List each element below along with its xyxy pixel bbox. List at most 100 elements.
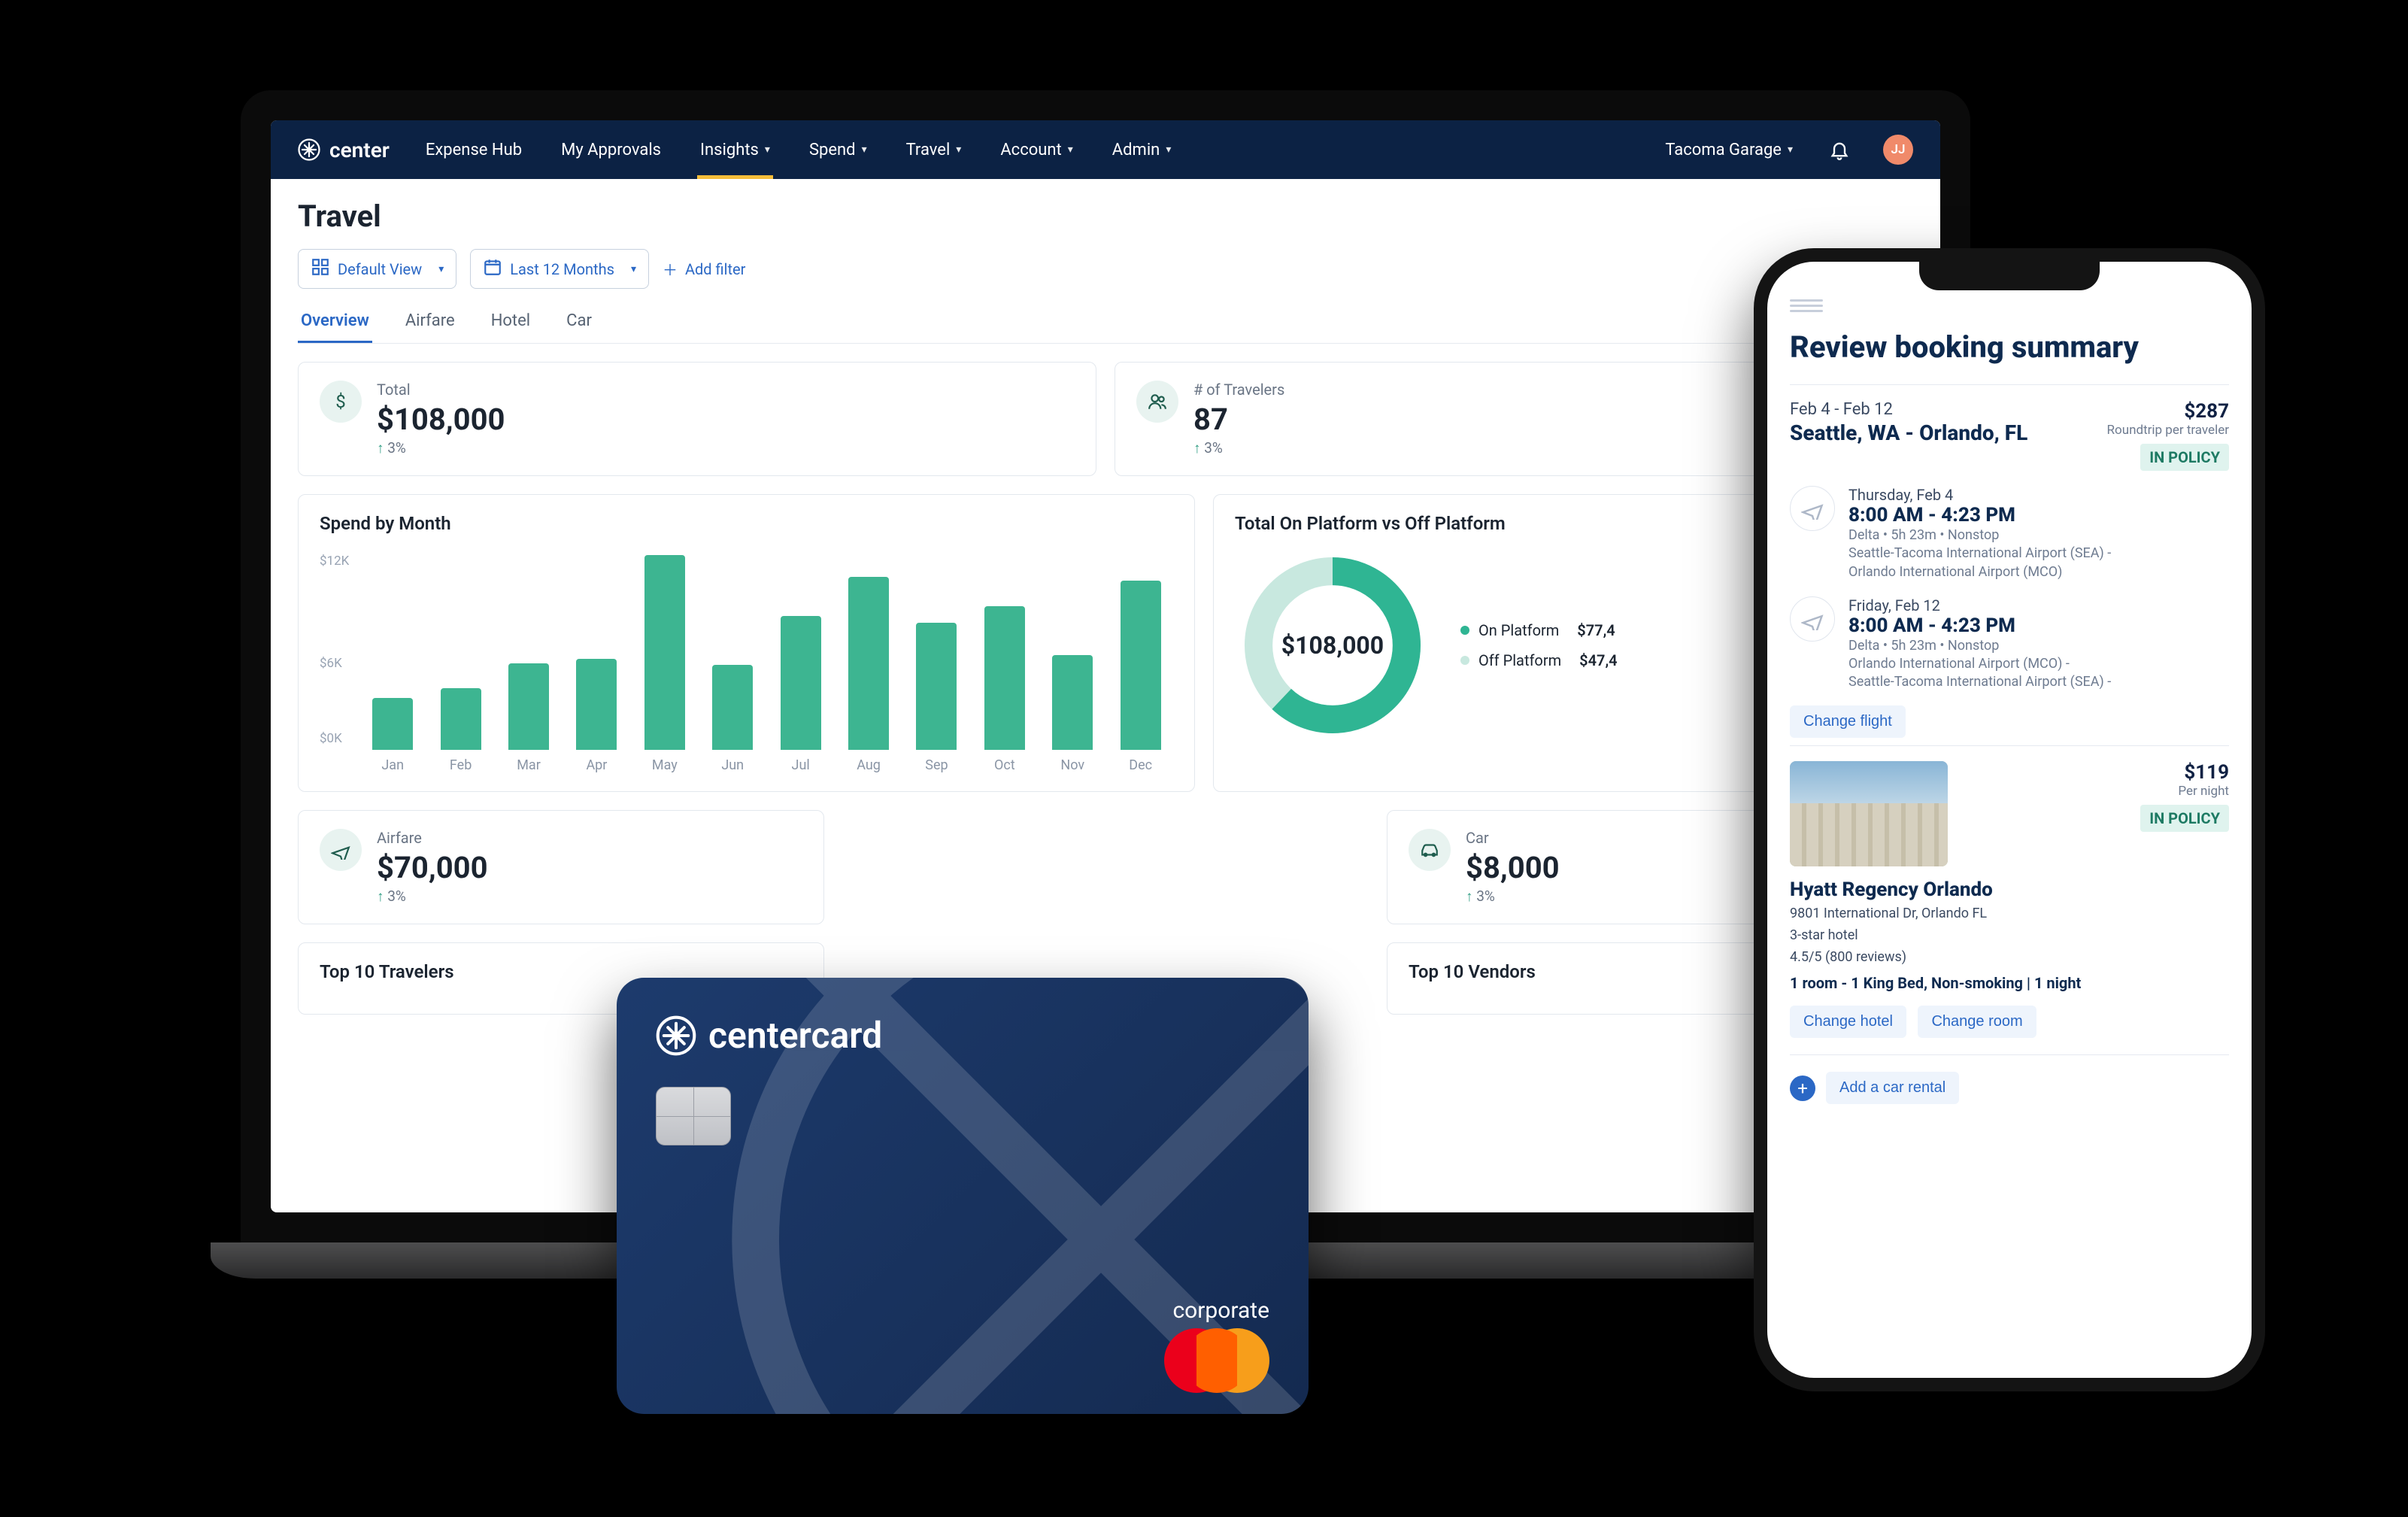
plus-icon: ＋ (663, 258, 678, 280)
bar-col: Jan (368, 555, 417, 773)
bar-col: May (640, 555, 690, 773)
bar-col: Nov (1048, 555, 1097, 773)
bell-icon[interactable] (1829, 139, 1850, 160)
stat-delta: ↑ 3% (377, 439, 505, 457)
bar-col: Jul (775, 555, 825, 773)
range-label: Last 12 Months (510, 260, 614, 278)
plus-icon[interactable]: + (1790, 1076, 1815, 1101)
dollar-icon: $ (320, 381, 362, 423)
bar (916, 623, 957, 750)
nav-label: Travel (906, 141, 951, 159)
view-selector[interactable]: Default View ▾ (298, 249, 456, 289)
y-tick: $6K (320, 656, 342, 671)
bar-col: Feb (435, 555, 485, 773)
date-range-selector[interactable]: Last 12 Months ▾ (470, 249, 649, 289)
flight-segment: Friday, Feb 12 8:00 AM - 4:23 PM Delta •… (1790, 596, 2229, 692)
tab-airfare[interactable]: Airfare (402, 304, 458, 343)
airplane-icon (1790, 486, 1835, 531)
legend-dot (1460, 626, 1469, 635)
y-tick: $0K (320, 731, 342, 746)
legend-amount: $47,4 (1579, 651, 1617, 669)
chevron-down-icon: ▾ (1788, 144, 1793, 156)
brand-logo[interactable]: center (298, 138, 390, 162)
bar (712, 665, 753, 750)
change-room-button[interactable]: Change room (1918, 1006, 2036, 1038)
bar-col: Apr (572, 555, 621, 773)
hotel-price: $119 Per night IN POLICY (2140, 761, 2229, 832)
bar-label: Feb (450, 757, 472, 773)
hamburger-icon[interactable] (1790, 299, 1823, 313)
stat-value: $108,000 (377, 403, 505, 436)
stat-delta: ↑ 3% (377, 887, 488, 906)
segment-time: 8:00 AM - 4:23 PM (1848, 504, 2229, 526)
trip-section: Feb 4 - Feb 12 Seattle, WA - Orlando, FL… (1790, 384, 2229, 738)
page-title: Travel (298, 199, 1913, 234)
nav-item-insights[interactable]: Insights▾ (697, 120, 773, 179)
hotel-rating: 4.5/5 (800 reviews) (1790, 948, 2229, 966)
stat-label: Car (1466, 829, 1560, 847)
charts-row: Spend by Month $12K $6K $0K JanFebMarApr… (298, 494, 1913, 792)
phone-notch (1919, 262, 2100, 290)
nav-label: Account (1000, 141, 1061, 159)
bar-col: Oct (980, 555, 1030, 773)
nav-item-account[interactable]: Account ▾ (997, 120, 1075, 179)
legend-label: On Platform (1478, 621, 1559, 639)
avatar[interactable]: JJ (1883, 135, 1913, 165)
trip-price-sub: Roundtrip per traveler (2107, 423, 2229, 438)
bar-label: Nov (1060, 757, 1084, 773)
segment-meta: Delta • 5h 23m • Nonstop (1848, 526, 2229, 545)
arrow-up-icon: ↑ (1193, 439, 1201, 457)
chevron-down-icon: ▾ (1068, 144, 1073, 156)
car-icon (1409, 829, 1451, 871)
tab-overview[interactable]: Overview (298, 304, 372, 343)
nav-item-travel[interactable]: Travel▾ (903, 120, 965, 179)
segment-time: 8:00 AM - 4:23 PM (1848, 614, 2229, 637)
stat-card-airfare: Airfare $70,000 ↑ 3% (298, 810, 824, 924)
segment-meta: Delta • 5h 23m • Nonstop (1848, 637, 2229, 655)
brand-name: center (329, 138, 390, 162)
stat-value: $70,000 (377, 851, 488, 884)
spend-by-month-card: Spend by Month $12K $6K $0K JanFebMarApr… (298, 494, 1195, 792)
segment-day: Friday, Feb 12 (1848, 596, 2229, 614)
add-car-row: + Add a car rental (1790, 1054, 2229, 1104)
hotel-name: Hyatt Regency Orlando (1790, 878, 2229, 901)
phone-title: Review booking summary (1790, 329, 2229, 365)
add-car-button[interactable]: Add a car rental (1826, 1072, 1959, 1104)
donut-center-label: $108,000 (1235, 548, 1430, 743)
view-label: Default View (338, 260, 422, 278)
chevron-down-icon: ▾ (631, 263, 636, 275)
org-switcher[interactable]: Tacoma Garage ▾ (1662, 120, 1796, 179)
stat-label: # of Travelers (1193, 381, 1284, 399)
phone-screen: Review booking summary Feb 4 - Feb 12 Se… (1767, 262, 2252, 1378)
chip-icon (656, 1087, 731, 1145)
add-filter-button[interactable]: ＋ Add filter (663, 258, 745, 280)
bar (441, 688, 481, 750)
hotel-class: 3-star hotel (1790, 926, 2229, 945)
tab-hotel[interactable]: Hotel (488, 304, 533, 343)
change-hotel-button[interactable]: Change hotel (1790, 1006, 1906, 1038)
nav-label: Expense Hub (426, 141, 522, 159)
stat-card-total: $ Total $108,000 ↑ 3% (298, 362, 1096, 476)
filter-bar: Default View ▾ Last 12 Months ▾ ＋ Add fi… (298, 249, 1913, 289)
hotel-image (1790, 761, 1948, 866)
nav-label: Insights (700, 141, 759, 159)
legend-row: On Platform $77,4 (1460, 621, 1618, 639)
nav-item-expense-hub[interactable]: Expense Hub (423, 120, 525, 179)
trip-dates: Feb 4 - Feb 12 (1790, 400, 2027, 419)
policy-badge: IN POLICY (2140, 805, 2229, 832)
stats-row: $ Total $108,000 ↑ 3% (298, 362, 1913, 476)
nav-item-admin[interactable]: Admin▾ (1109, 120, 1175, 179)
flight-segment: Thursday, Feb 4 8:00 AM - 4:23 PM Delta … (1790, 486, 2229, 581)
stat-delta: ↑ 3% (1193, 439, 1284, 457)
stat-label: Airfare (377, 829, 488, 847)
stat-value: 87 (1193, 403, 1284, 436)
tabs: Overview Airfare Hotel Car (298, 304, 1913, 344)
nav-item-spend[interactable]: Spend▾ (806, 120, 870, 179)
tab-car[interactable]: Car (563, 304, 595, 343)
nav-item-my-approvals[interactable]: My Approvals (558, 120, 664, 179)
calendar-icon (483, 257, 502, 281)
nav-label: My Approvals (561, 141, 661, 159)
change-flight-button[interactable]: Change flight (1790, 705, 1906, 738)
chevron-down-icon: ▾ (1166, 144, 1171, 156)
bar-col: Sep (911, 555, 961, 773)
